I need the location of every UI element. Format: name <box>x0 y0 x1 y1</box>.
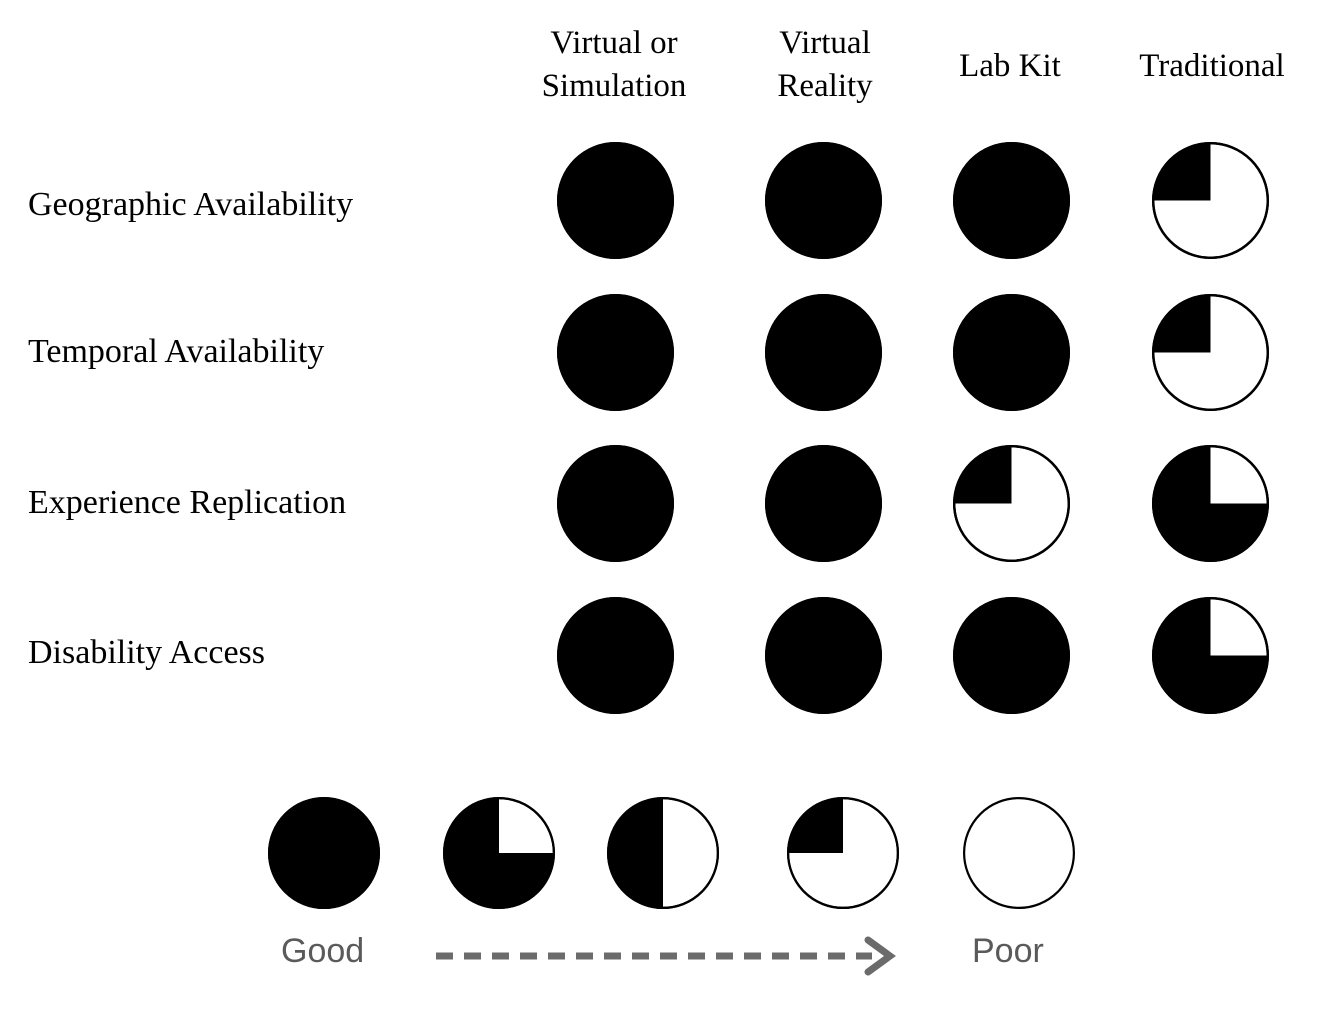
harvey-ball-disability-access-virtual-or-simulation <box>557 597 674 714</box>
harvey-ball-experience-replication-traditional <box>1152 445 1269 562</box>
legend-ball-50 <box>607 797 719 909</box>
harvey-ball-temporal-availability-virtual-reality <box>765 294 882 411</box>
column-header-lab-kit: Lab Kit <box>959 48 1061 84</box>
harvey-ball-geographic-availability-lab-kit <box>953 142 1070 259</box>
row-label-experience-replication: Experience Replication <box>28 484 347 521</box>
harvey-ball-experience-replication-lab-kit <box>953 445 1070 562</box>
harvey-ball-temporal-availability-lab-kit <box>953 294 1070 411</box>
legend-ball-100 <box>268 797 380 909</box>
row-label-geographic-availability: Geographic Availability <box>28 186 354 223</box>
column-header-traditional: Traditional <box>1139 48 1285 84</box>
harvey-ball-experience-replication-virtual-or-simulation <box>557 445 674 562</box>
legend-ball-25 <box>787 797 899 909</box>
legend-ball-0 <box>963 797 1075 909</box>
harvey-ball-temporal-availability-traditional <box>1152 294 1269 411</box>
harvey-ball-disability-access-traditional <box>1152 597 1269 714</box>
figure-root: Virtual or Simulation Virtual Reality La… <box>0 0 1324 1010</box>
column-header-virtual-or-simulation: Virtual or Simulation <box>541 25 687 104</box>
harvey-ball-disability-access-lab-kit <box>953 597 1070 714</box>
harvey-ball-disability-access-virtual-reality <box>765 597 882 714</box>
legend-ball-75 <box>443 797 555 909</box>
row-label-temporal-availability: Temporal Availability <box>28 333 325 370</box>
legend-label-good: Good <box>281 932 365 970</box>
harvey-ball-experience-replication-virtual-reality <box>765 445 882 562</box>
row-label-disability-access: Disability Access <box>28 634 266 671</box>
gradient-arrow <box>430 932 900 980</box>
harvey-ball-temporal-availability-virtual-or-simulation <box>557 294 674 411</box>
column-header-virtual-reality: Virtual Reality <box>777 25 873 104</box>
legend-label-poor: Poor <box>972 932 1044 970</box>
harvey-ball-geographic-availability-virtual-reality <box>765 142 882 259</box>
harvey-ball-geographic-availability-traditional <box>1152 142 1269 259</box>
harvey-ball-geographic-availability-virtual-or-simulation <box>557 142 674 259</box>
